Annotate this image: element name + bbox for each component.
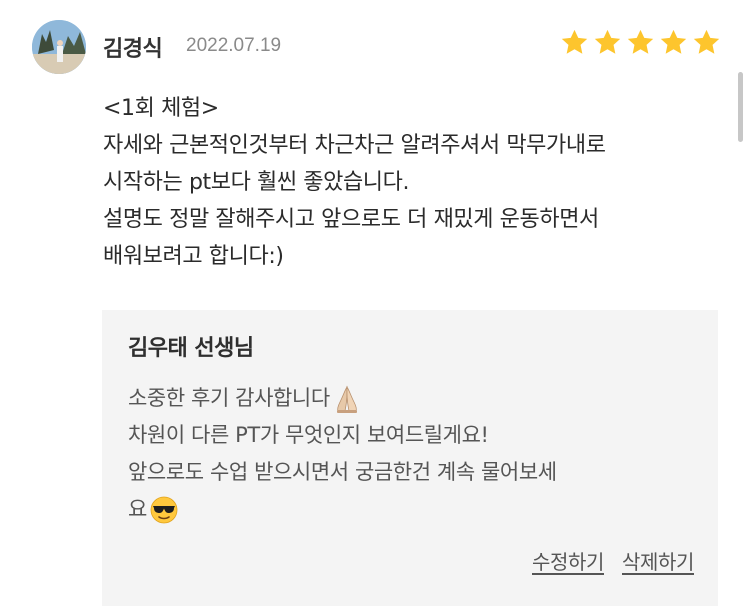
edit-button[interactable]: 수정하기 bbox=[532, 546, 604, 575]
review-text: <1회 체험> 자세와 근본적인것부터 차근차근 알려주셔서 막무가내로 시작하… bbox=[103, 90, 733, 275]
reply-line-text: 소중한 후기 감사합니다 bbox=[128, 386, 330, 410]
sunglasses-face-icon bbox=[149, 495, 179, 525]
review-text-line: <1회 체험> bbox=[103, 96, 219, 121]
reply-text-line: 차원이 다른 PT가 무엇인지 보여드릴게요! bbox=[128, 423, 489, 447]
star-icon bbox=[561, 29, 588, 54]
delete-button[interactable]: 삭제하기 bbox=[622, 546, 694, 575]
reply-text: 소중한 후기 감사합니다 차원이 다른 PT가 무엇인지 보여드릴게요! 앞으로… bbox=[128, 380, 698, 528]
reviewer-name: 김경식 bbox=[103, 37, 163, 62]
reply-author: 김우태 선생님 bbox=[128, 336, 254, 361]
reply-line-text: 요 bbox=[128, 497, 147, 521]
review-card: 김경식 2022.07.19 <1회 체험> 자세와 근본적인것부터 차근차근 … bbox=[0, 0, 750, 610]
reviewer-avatar bbox=[32, 20, 86, 74]
review-text-line: 배워보려고 합니다:) bbox=[103, 244, 284, 269]
scrollbar-thumb[interactable] bbox=[738, 72, 743, 142]
star-icon bbox=[693, 29, 720, 54]
review-text-line: 자세와 근본적인것부터 차근차근 알려주셔서 막무가내로 bbox=[103, 133, 606, 158]
star-rating bbox=[560, 28, 721, 57]
reply-text-line: 요 bbox=[128, 491, 698, 528]
trainer-reply: 김우태 선생님 소중한 후기 감사합니다 차원이 다른 PT가 무엇인지 보여드… bbox=[102, 310, 718, 606]
review-text-line: 시작하는 pt보다 훨씬 좋았습니다. bbox=[103, 170, 410, 195]
reply-actions: 수정하기 삭제하기 bbox=[532, 546, 694, 575]
star-icon bbox=[594, 29, 621, 54]
reply-text-line: 앞으로도 수업 받으시면서 궁금한건 계속 물어보세 bbox=[128, 460, 557, 484]
star-icon bbox=[627, 29, 654, 54]
star-icon bbox=[660, 29, 687, 54]
folded-hands-icon bbox=[332, 384, 362, 414]
review-date: 2022.07.19 bbox=[186, 35, 282, 56]
reply-text-line: 소중한 후기 감사합니다 bbox=[128, 380, 698, 417]
review-text-line: 설명도 정말 잘해주시고 앞으로도 더 재밌게 운동하면서 bbox=[103, 207, 599, 232]
